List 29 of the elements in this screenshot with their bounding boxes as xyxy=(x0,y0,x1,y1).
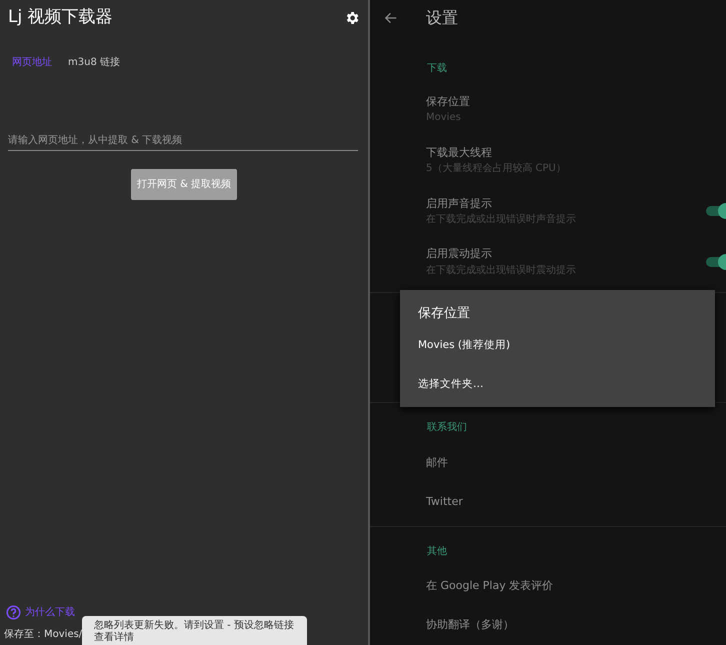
section-header: 下载 xyxy=(426,63,447,74)
setting-summary: Movies xyxy=(426,111,462,126)
toggle-switch[interactable] xyxy=(706,206,726,216)
setting-title[interactable]: 协助翻译（多谢） xyxy=(426,617,514,634)
setting-summary: 在下载完成或出现错误时震动提示 xyxy=(426,264,576,278)
app-title: Lj 视频下载器 xyxy=(8,6,113,29)
dialog-title: 保存位置 xyxy=(418,305,471,323)
dialog-option[interactable]: 选择文件夹… xyxy=(418,377,697,393)
setting-title[interactable]: 启用声音提示 xyxy=(426,196,576,212)
section-header: 其他 xyxy=(426,546,447,557)
settings-icon[interactable] xyxy=(344,10,360,26)
setting-summary: 在下载完成或出现错误时声音提示 xyxy=(426,212,576,228)
settings-title: 设置 xyxy=(426,7,458,29)
save-path-text: 保存至：Movies/ xyxy=(4,629,82,640)
toggle-switch[interactable] xyxy=(706,257,726,268)
section-header: 联系我们 xyxy=(426,422,467,434)
tab[interactable]: m3u8 链接 xyxy=(62,50,126,74)
setting-title[interactable]: 启用震动提示 xyxy=(426,246,576,263)
url-field[interactable]: 请输入网页地址，从中提取 & 下载视频 xyxy=(8,130,358,150)
setting-summary: 5（大量线程会占用较高 CPU） xyxy=(426,162,566,176)
setting-title[interactable]: 下载最大线程 xyxy=(426,144,566,162)
setting-title[interactable]: 保存位置 xyxy=(426,94,470,110)
help-icon[interactable] xyxy=(6,605,21,620)
setting-title[interactable]: 邮件 xyxy=(426,454,448,472)
setting-title[interactable]: Twitter xyxy=(426,494,463,510)
back-arrow-icon[interactable] xyxy=(384,11,398,25)
dialog-option[interactable]: Movies (推荐使用) xyxy=(418,338,697,354)
toast-message: 忽略列表更新失败。请到设置 - 预设忽略链接查看详情 xyxy=(82,616,307,645)
setting-title[interactable]: 在 Google Play 发表评价 xyxy=(426,578,554,595)
